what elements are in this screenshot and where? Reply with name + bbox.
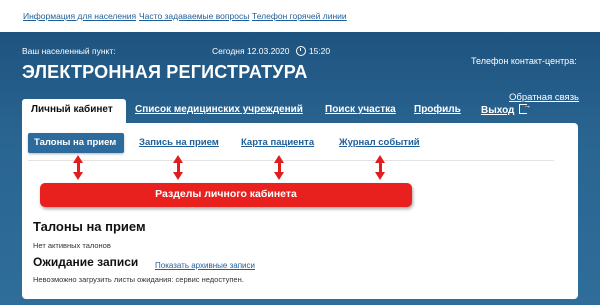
top-link-faq[interactable]: Часто задаваемые вопросы <box>139 11 249 21</box>
annotation-callout: Разделы личного кабинета <box>40 183 412 207</box>
top-link-hotline[interactable]: Телефон горячей линии <box>252 11 347 21</box>
subtab-event-log[interactable]: Журнал событий <box>339 137 420 148</box>
annotation-arrow-4 <box>375 155 385 180</box>
top-link-info[interactable]: Информация для населения <box>23 11 136 21</box>
subtab-tickets[interactable]: Талоны на прием <box>28 133 124 153</box>
top-links-bar: Информация для населения Часто задаваемы… <box>0 0 600 32</box>
tab-medical-institutions[interactable]: Список медицинских учреждений <box>135 104 303 115</box>
time-text: 15:20 <box>308 46 331 56</box>
annotation-arrow-1 <box>73 155 83 180</box>
tickets-heading: Талоны на прием <box>33 219 146 234</box>
date-time: Сегодня 12.03.2020 15:20 <box>212 46 330 56</box>
locality-label: Ваш населенный пункт: <box>22 46 116 56</box>
annotation-callout-text: Разделы личного кабинета <box>155 188 297 200</box>
tab-personal-cabinet[interactable]: Личный кабинет <box>22 99 126 123</box>
clock-icon <box>295 46 306 56</box>
page-title: ЭЛЕКТРОННАЯ РЕГИСТРАТУРА <box>22 62 308 82</box>
subtabs-divider <box>28 160 554 161</box>
tab-profile[interactable]: Профиль <box>414 104 461 115</box>
logout-label: Выход <box>481 105 515 116</box>
subtab-patient-card[interactable]: Карта пациента <box>241 137 314 148</box>
tickets-empty-text: Нет активных талонов <box>33 241 111 250</box>
annotation-arrow-2 <box>173 155 183 180</box>
logout-link[interactable]: Выход <box>481 101 531 116</box>
waiting-heading: Ожидание записи <box>33 255 139 269</box>
exit-icon <box>519 101 531 114</box>
tab-district-search[interactable]: Поиск участка <box>325 104 396 115</box>
archive-link[interactable]: Показать архивные записи <box>155 261 255 270</box>
phone-label: Телефон контакт-центра: <box>471 56 577 66</box>
subtab-appointment[interactable]: Запись на прием <box>139 137 219 148</box>
feedback-link[interactable]: Обратная связь <box>509 92 579 103</box>
subtab-tickets-label: Талоны на прием <box>34 137 117 148</box>
date-text: Сегодня 12.03.2020 <box>212 46 290 56</box>
annotation-arrow-3 <box>274 155 284 180</box>
tab-personal-cabinet-label: Личный кабинет <box>31 104 113 115</box>
waiting-error-text: Невозможно загрузить листы ожидания: сер… <box>33 275 244 284</box>
